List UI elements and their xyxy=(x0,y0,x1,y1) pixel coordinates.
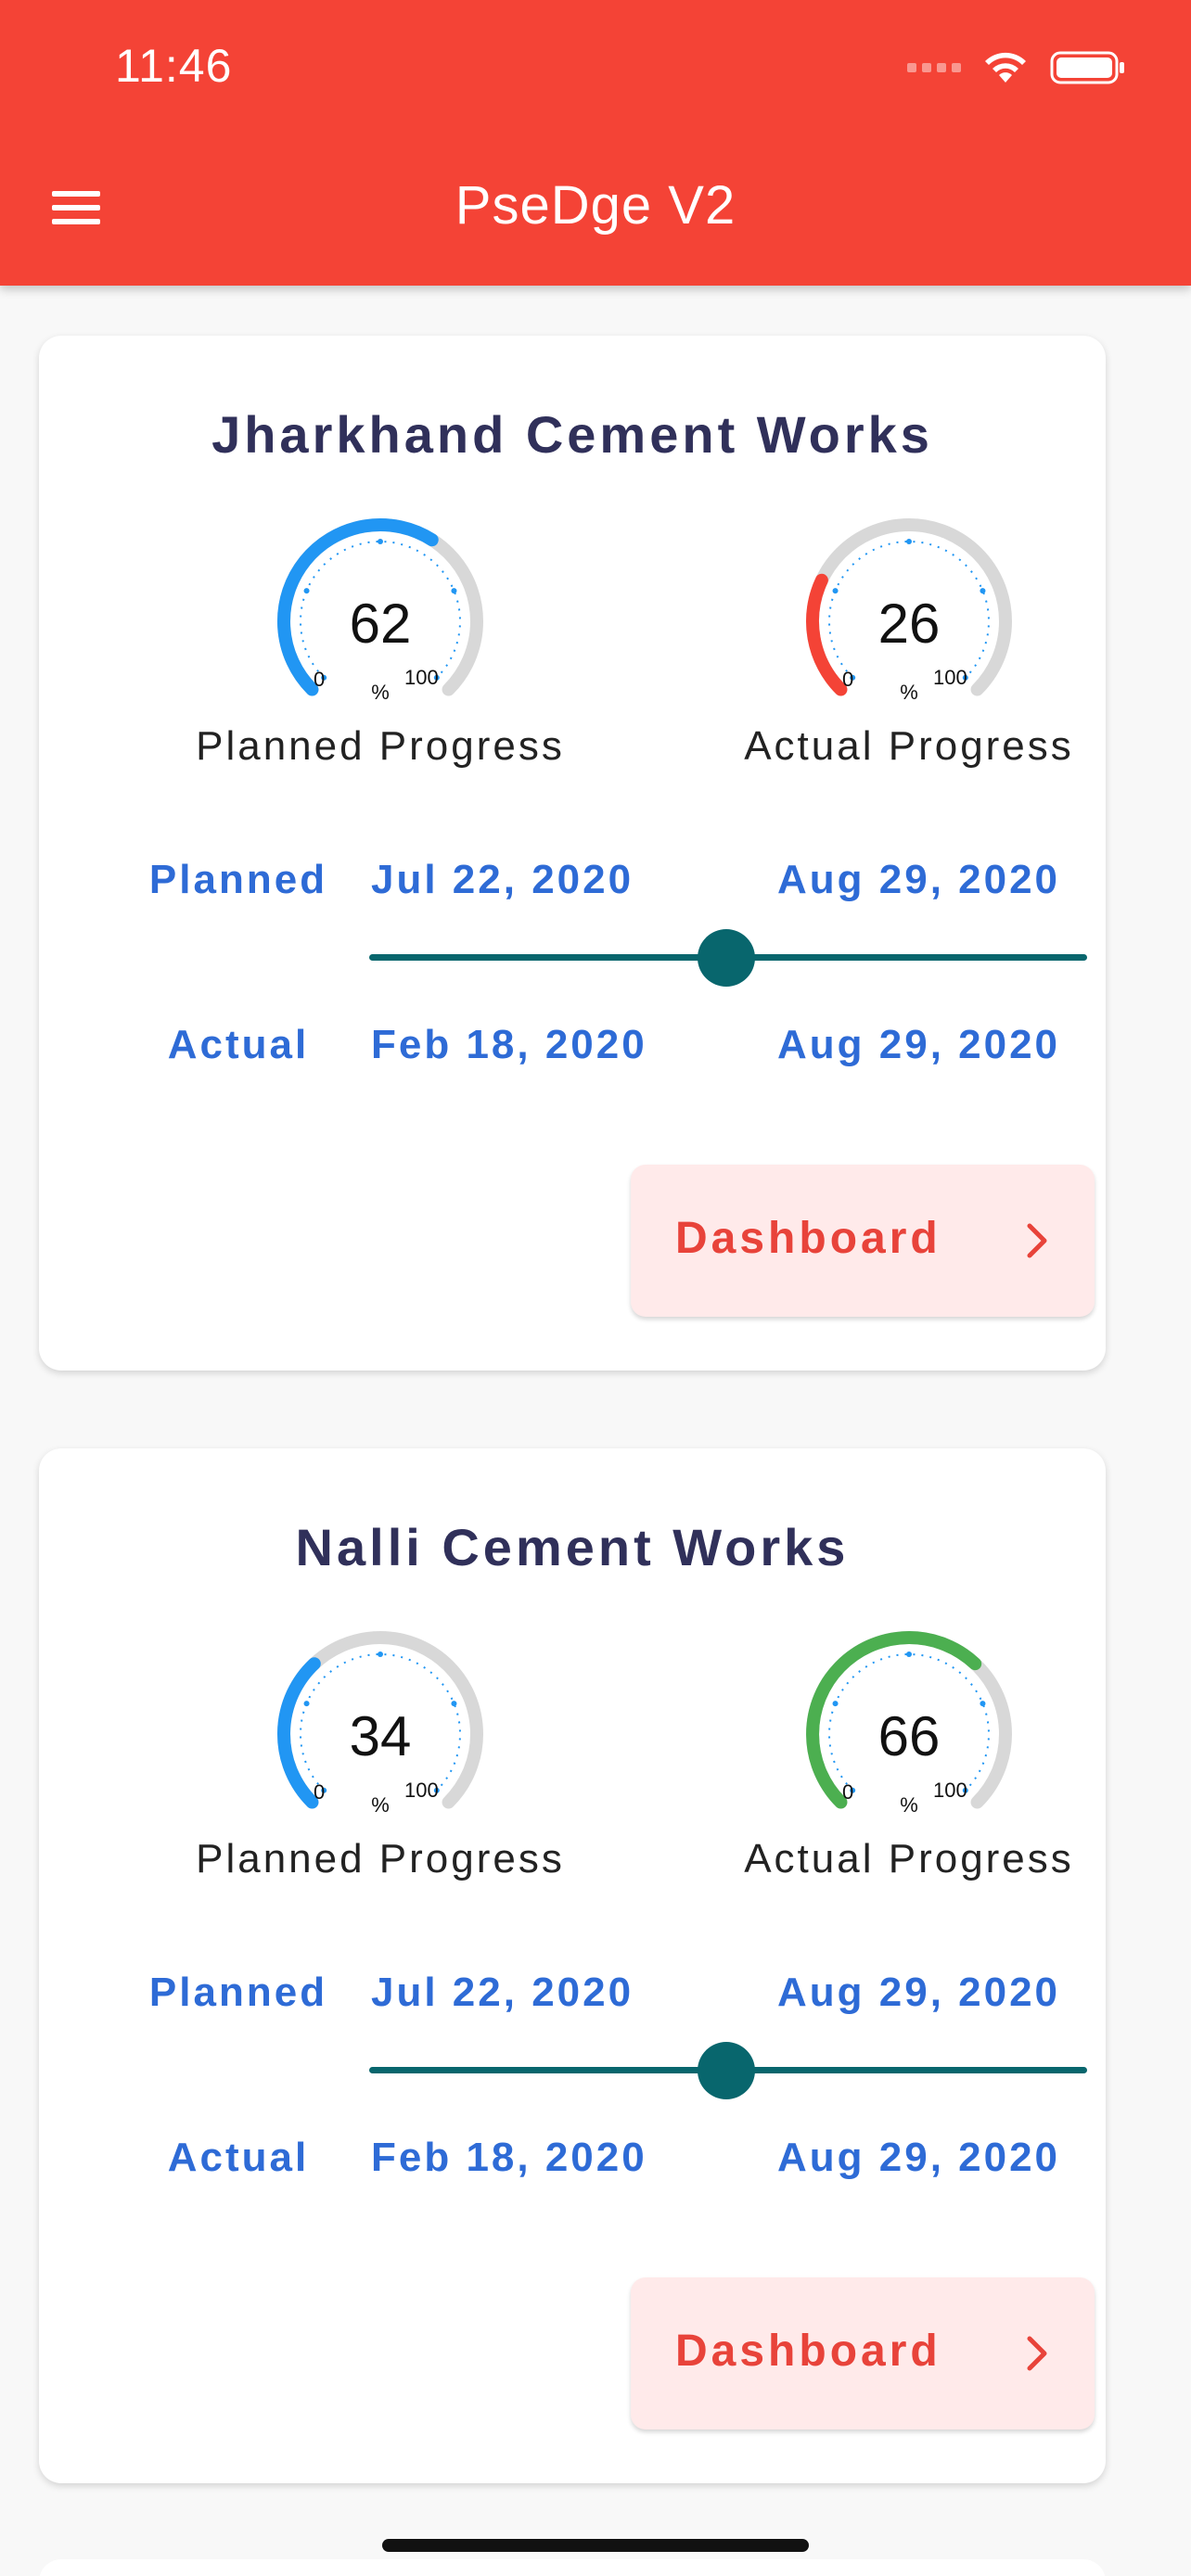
planned-progress-gauge: 34 0 % 100 xyxy=(269,1630,492,1817)
gauge-unit: % xyxy=(900,1793,918,1817)
actual-progress-label: Actual Progress xyxy=(744,723,1074,769)
app-title: PseDge V2 xyxy=(455,175,736,236)
chevron-right-icon xyxy=(1027,1223,1047,1258)
gauge-unit: % xyxy=(900,681,918,704)
gauge-value: 34 xyxy=(349,1705,412,1767)
dashboard-button-label: Dashboard xyxy=(675,1214,941,1263)
actual-end-date: Aug 29, 2020 xyxy=(777,1022,1061,1067)
actual-end-date: Aug 29, 2020 xyxy=(777,2135,1061,2180)
actual-progress-gauge: 26 0 % 100 xyxy=(798,517,1020,704)
gauge-major-tick xyxy=(378,539,383,544)
gauge-major-tick xyxy=(906,539,912,544)
planned-start-date: Jul 22, 2020 xyxy=(371,1970,634,2015)
project-name: Nalli Cement Works xyxy=(295,1518,850,1576)
planned-row-label: Planned xyxy=(148,857,328,902)
planned-progress-label: Planned Progress xyxy=(196,723,565,769)
progress-slider[interactable] xyxy=(369,2036,1087,2101)
gauge-unit: % xyxy=(371,681,390,704)
actual-progress-gauge: 66 0 % 100 xyxy=(798,1630,1020,1817)
status-icons xyxy=(907,46,1126,89)
gauge-max: 100 xyxy=(404,666,439,689)
project-card: Jharkhand Cement Works 62 0 % 100 Planne… xyxy=(39,336,1106,1371)
gauge-max: 100 xyxy=(404,1779,439,1802)
cellular-signal-icon xyxy=(907,63,961,72)
slider-thumb[interactable] xyxy=(698,929,755,987)
wifi-icon xyxy=(985,52,1026,83)
planned-progress-gauge: 62 0 % 100 xyxy=(269,517,492,704)
home-indicator[interactable] xyxy=(382,2539,809,2552)
planned-row-label: Planned xyxy=(148,1970,328,2015)
gauge-value: 62 xyxy=(349,593,412,655)
gauge-major-tick xyxy=(378,1651,383,1657)
slider-thumb[interactable] xyxy=(698,2042,755,2099)
gauge-value: 26 xyxy=(877,593,941,655)
planned-start-date: Jul 22, 2020 xyxy=(371,857,634,902)
project-name: Jharkhand Cement Works xyxy=(211,405,933,464)
progress-slider[interactable] xyxy=(369,924,1087,988)
planned-end-date: Aug 29, 2020 xyxy=(777,857,1061,902)
battery-icon xyxy=(1050,51,1124,84)
actual-start-date: Feb 18, 2020 xyxy=(371,2135,647,2180)
planned-progress-label: Planned Progress xyxy=(196,1836,565,1881)
app-bar: 11:46 PseDge V2 xyxy=(0,0,1191,286)
chevron-right-icon xyxy=(1027,2336,1047,2371)
actual-start-date: Feb 18, 2020 xyxy=(371,1022,647,1067)
planned-end-date: Aug 29, 2020 xyxy=(777,1970,1061,2015)
gauge-major-tick xyxy=(906,1651,912,1657)
gauge-max: 100 xyxy=(933,1779,967,1802)
dashboard-button-label: Dashboard xyxy=(675,2327,941,2376)
dashboard-button[interactable]: Dashboard xyxy=(631,1165,1095,1317)
next-project-card xyxy=(39,2559,1106,2576)
gauge-value: 66 xyxy=(877,1705,941,1767)
status-time: 11:46 xyxy=(115,40,233,92)
actual-row-label: Actual xyxy=(167,2135,310,2180)
actual-row-label: Actual xyxy=(167,1022,310,1067)
actual-progress-label: Actual Progress xyxy=(744,1836,1074,1881)
project-card: Nalli Cement Works 34 0 % 100 Planned Pr… xyxy=(39,1448,1106,2483)
gauge-max: 100 xyxy=(933,666,967,689)
dashboard-button[interactable]: Dashboard xyxy=(631,2277,1095,2429)
gauge-unit: % xyxy=(371,1793,390,1817)
